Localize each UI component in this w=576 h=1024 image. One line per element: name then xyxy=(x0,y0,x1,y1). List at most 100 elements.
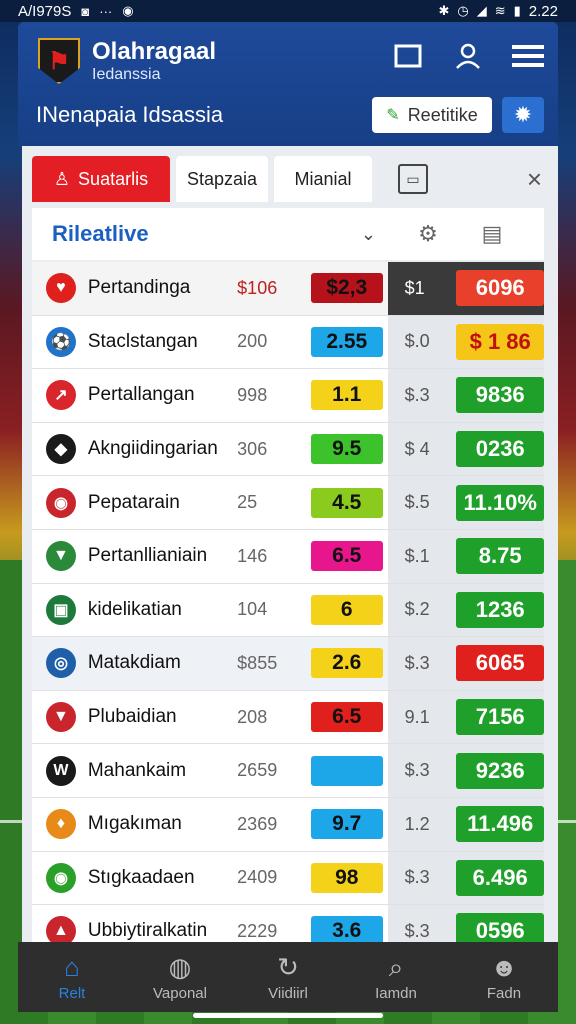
odds-button[interactable]: 0236 xyxy=(456,431,544,468)
tab-mianial[interactable]: Mianial xyxy=(274,156,372,202)
team-name: Ubbiytiralkatin xyxy=(87,920,208,942)
row-stake: $1 xyxy=(404,277,425,298)
row-value: 2369 xyxy=(237,813,278,834)
menu-icon[interactable] xyxy=(512,42,544,70)
team-name: Stıgkaadaen xyxy=(87,866,195,888)
odds-button[interactable]: $ 1 86 xyxy=(456,323,544,360)
team-name: Staclstangan xyxy=(87,330,198,352)
user-icon[interactable] xyxy=(452,42,484,70)
odds-button[interactable]: 0596 xyxy=(456,913,544,942)
retike-button[interactable]: ✎ Reetitike xyxy=(372,97,492,133)
nav-item-fadn[interactable]: ☻ Fadn xyxy=(450,942,558,1012)
odds-button[interactable]: 4.5 xyxy=(310,487,383,518)
table-row[interactable]: ♥ Pertandinga $106 $2,3 $1 6096 xyxy=(32,262,544,316)
filter-bar: Rileatlive ⌄ ⚙ ▤ xyxy=(32,208,544,260)
odds-button[interactable]: 7156 xyxy=(456,699,544,736)
row-stake: 1.2 xyxy=(404,813,430,834)
team-name: Pertanllianiain xyxy=(87,545,208,567)
row-stake: $.2 xyxy=(404,599,430,620)
nav-label: Relt xyxy=(58,984,86,1002)
clipboard-icon[interactable]: ▤ xyxy=(480,221,504,247)
ball-icon: ◍ xyxy=(168,951,192,982)
nav-item-vaponal[interactable]: ◍ Vaponal xyxy=(126,942,234,1012)
table-row[interactable]: ▼ Pertanllianiain 146 6.5 $.1 8.75 xyxy=(32,529,544,584)
team-logo-icon: ◉ xyxy=(46,487,76,518)
row-value: 306 xyxy=(237,438,268,459)
search-icon: ⌕ xyxy=(388,951,404,982)
table-row[interactable]: ▼ Plubaidian 208 6.5 9.1 7156 xyxy=(32,690,544,745)
row-stake: $.3 xyxy=(404,920,430,941)
table-row[interactable]: ↗ Pertallangan 998 1.1 $.3 9836 xyxy=(32,369,544,423)
table-row[interactable]: ◉ Stıgkaadaen 2409 98 $.3 6.496 xyxy=(32,851,544,906)
app-header: ⚑ Olahragaal Iedanssia INenapaia Idsassi… xyxy=(18,22,558,146)
table-row[interactable]: ◎ Matakdiam $855 2.6 $.3 6065 xyxy=(32,637,544,691)
team-logo-icon: W xyxy=(46,755,76,786)
team-name: kidelikatian xyxy=(87,598,182,620)
table-row[interactable]: ◆ Akngiidingarian 306 9.5 $ 4 0236 xyxy=(32,422,544,477)
odds-button[interactable]: 6096 xyxy=(456,270,544,307)
odds-button[interactable]: 1.1 xyxy=(310,380,383,411)
odds-button[interactable]: $2,3 xyxy=(310,273,383,304)
odds-button[interactable] xyxy=(310,755,383,786)
document-icon[interactable]: ▭ xyxy=(398,164,428,194)
nav-item-relt[interactable]: ⌂ Relt xyxy=(18,942,126,1012)
team-logo-icon: ◎ xyxy=(46,648,76,679)
table-row[interactable]: ⚽ Staclstangan 200 2.55 $.0 $ 1 86 xyxy=(32,315,544,370)
chevron-down-icon[interactable]: ⌄ xyxy=(361,224,376,245)
team-name: Pertallangan xyxy=(87,384,195,406)
team-logo-icon: ↗ xyxy=(46,380,76,411)
odds-button[interactable]: 9836 xyxy=(456,377,544,414)
odds-button[interactable]: 1236 xyxy=(456,591,544,628)
nav-item-viidiirl[interactable]: ↻ Viidiirl xyxy=(234,942,342,1012)
status-bar: A/I979S ◙ ··· ◉ ✱ ◷ ◢ ≋ ▮ 2.22 xyxy=(0,0,576,22)
row-stake: $ 4 xyxy=(404,438,430,459)
close-icon[interactable]: × xyxy=(527,164,542,195)
odds-button[interactable]: 9236 xyxy=(456,752,544,789)
notification-icon: ◙ xyxy=(81,3,90,19)
settings-button[interactable]: ✹ xyxy=(502,97,544,133)
odds-button[interactable]: 2.55 xyxy=(310,326,383,357)
odds-button[interactable]: 6.496 xyxy=(456,859,544,896)
table-row[interactable]: ◉ Pepatarain 25 4.5 $.5 11.10% xyxy=(32,476,544,530)
odds-button[interactable]: 3.6 xyxy=(310,916,383,942)
row-stake: $.5 xyxy=(404,492,430,513)
tab-label: Mianial xyxy=(294,168,352,189)
bottom-navigation: ⌂ Relt ◍ Vaponal ↻ Viidiirl ⌕ Iamdn ☻ Fadn xyxy=(18,942,558,1012)
nav-item-iamdn[interactable]: ⌕ Iamdn xyxy=(342,942,450,1012)
odds-button[interactable]: 6065 xyxy=(456,645,544,682)
odds-button[interactable]: 9.7 xyxy=(310,809,383,840)
table-row[interactable]: W Mahankaim 2659 $.3 9236 xyxy=(32,744,544,798)
odds-button[interactable]: 98 xyxy=(310,862,383,893)
record-icon: ◉ xyxy=(122,3,134,18)
row-stake: $.1 xyxy=(404,545,430,566)
tab-stapzaia[interactable]: Stapzaia xyxy=(176,156,268,202)
odds-button[interactable]: 9.5 xyxy=(310,434,383,465)
odds-button[interactable]: 8.75 xyxy=(456,538,544,575)
app-subtitle: Iedanssia xyxy=(92,66,161,83)
filter-label[interactable]: Rileatlive xyxy=(52,221,149,247)
team-logo-icon: ▲ xyxy=(46,916,76,942)
row-value: 998 xyxy=(237,384,268,405)
odds-button[interactable]: 2.6 xyxy=(310,648,383,679)
tab-bar: ♙ Suatarlis Stapzaia Mianial ▭ × xyxy=(32,156,548,202)
team-name: Pepatarain xyxy=(87,491,180,513)
app-logo: ⚑ xyxy=(38,38,80,84)
tab-suatarlis[interactable]: ♙ Suatarlis xyxy=(32,156,170,202)
odds-button[interactable]: 6.5 xyxy=(310,541,383,572)
odds-button[interactable]: 6.5 xyxy=(310,702,383,733)
nav-label: Viidiirl xyxy=(268,984,308,1002)
odds-button[interactable]: 6 xyxy=(310,594,383,625)
table-row[interactable]: ▲ Ubbiytiralkatin 2229 3.6 $.3 0596 xyxy=(32,905,544,942)
battery-icon: ▮ xyxy=(513,3,521,18)
home-icon: ⌂ xyxy=(64,951,80,982)
table-row[interactable]: ▣ kidelikatian 104 6 $.2 1236 xyxy=(32,583,544,638)
table-row[interactable]: ♦ Mıgakıman 2369 9.7 1.2 11.496 xyxy=(32,797,544,852)
signal-icon: ◢ xyxy=(476,3,487,18)
row-value: 146 xyxy=(237,545,268,566)
odds-button[interactable]: 11.496 xyxy=(456,806,544,843)
alarm-icon: ◷ xyxy=(457,3,469,18)
odds-card: ♙ Suatarlis Stapzaia Mianial ▭ × Rileatl… xyxy=(22,146,558,942)
odds-button[interactable]: 11.10% xyxy=(456,484,544,521)
window-icon[interactable] xyxy=(392,42,424,70)
gear-icon[interactable]: ⚙ xyxy=(416,221,440,247)
